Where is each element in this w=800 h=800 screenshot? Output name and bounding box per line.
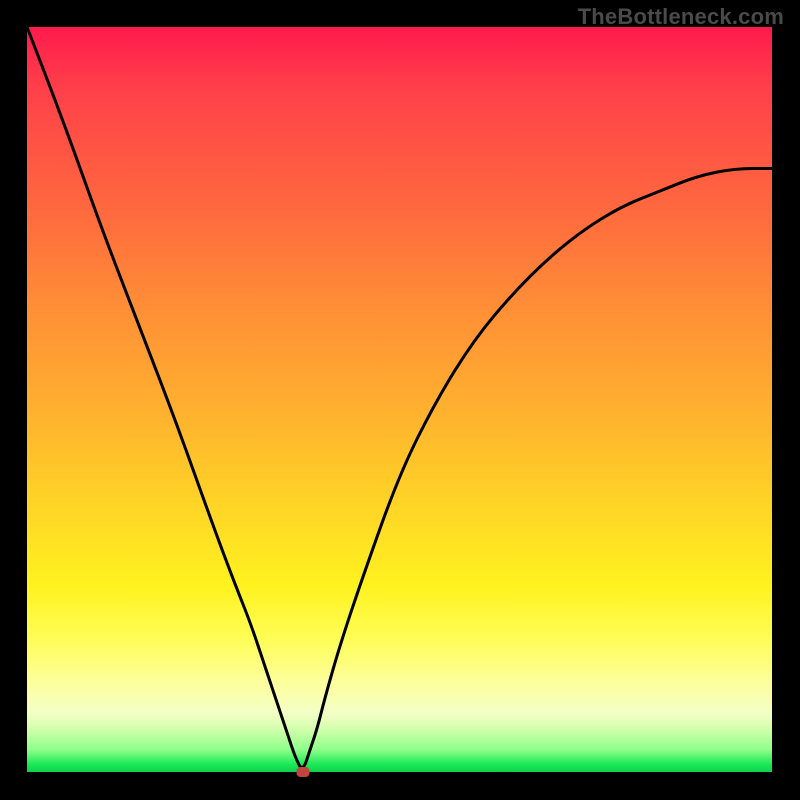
- min-marker: [296, 767, 309, 777]
- chart-frame: TheBottleneck.com: [0, 0, 800, 800]
- plot-area: [27, 27, 772, 772]
- curve-path: [27, 27, 772, 768]
- bottleneck-curve: [27, 27, 772, 772]
